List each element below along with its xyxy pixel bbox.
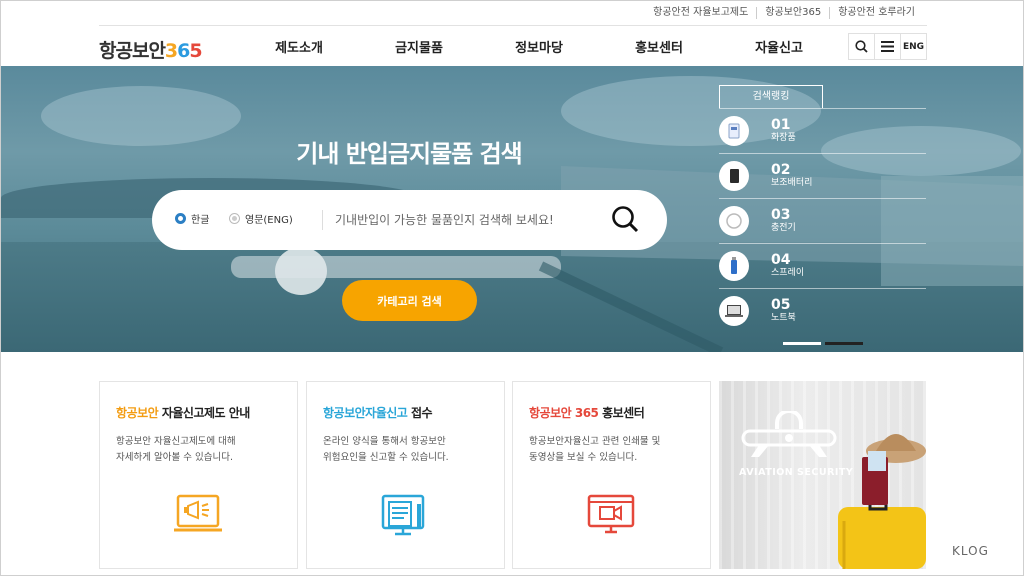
radio-english-label: 영문(ENG) [245,215,293,226]
category-search-button[interactable]: 카테고리 검색 [342,280,477,321]
ranking-name: 화장품 [771,133,796,143]
nav-item-prohibited[interactable]: 금지물품 [359,37,479,56]
power-bank-icon [719,161,749,191]
ranking-item[interactable]: 02 보조배터리 [719,153,926,198]
laptop-icon [719,296,749,326]
card-desc-line: 온라인 양식을 통해서 항공보안 [323,436,446,447]
item-search-box: 한글 영문(ENG) 기내반입이 가능한 물품인지 검색해 보세요! [152,190,667,250]
watermark: KLOG [952,544,989,558]
card-title-rest: 접수 [407,406,433,420]
language-button[interactable]: ENG [900,33,927,60]
card-title: 항공보안자율신고 접수 [323,404,433,421]
card-title-highlight: 항공보안 [116,406,159,420]
card-title-highlight: 항공보안 365 [529,406,599,420]
card-description: 항공보안자율신고 관련 인쇄물 및동영상을 보실 수 있습니다. [529,434,660,466]
card-desc-line: 위험요인을 신고할 수 있습니다. [323,452,449,463]
card-description: 온라인 양식을 통해서 항공보안위험요인을 신고할 수 있습니다. [323,434,449,466]
card-report-system-guide[interactable]: 항공보안 자율신고제도 안내 항공보안 자율신고제도에 대해자세하게 알아볼 수… [99,381,298,569]
radio-english[interactable]: 영문(ENG) [229,211,293,226]
lock-airplane-icon [741,411,837,457]
card-desc-line: 자세하게 알아볼 수 있습니다. [116,452,233,463]
card-title: 항공보안 365 홍보센터 [529,404,645,421]
logo-digit-6: 6 [177,40,190,62]
hero-title: 기내 반입금지물품 검색 [296,140,523,168]
utility-link-whistle[interactable]: 항공안전 호루라기 [829,7,923,19]
pager-dot[interactable] [783,342,821,345]
card-desc-line: 항공보안자율신고 관련 인쇄물 및 [529,436,661,447]
charger-icon [719,206,749,236]
ranking-number: 03 [771,207,791,223]
page: 항공안전 자율보고제도 항공보안365 항공안전 호루라기 항공보안365 제도… [0,0,1024,576]
ranking-name: 충전기 [771,223,796,233]
ranking-list: 01 화장품 02 보조배터리 03 충전기 04 스프레이 05 노트북 [719,108,926,333]
ranking-number: 05 [771,297,791,313]
suitcase-hat-passport-illustration [838,434,926,569]
pager-dot-active[interactable] [825,342,863,345]
search-icon [612,206,639,233]
nav-item-intro[interactable]: 제도소개 [239,37,359,56]
radio-korean-label: 한글 [191,215,210,226]
ranking-number: 02 [771,162,791,178]
card-desc-line: 항공보안 자율신고제도에 대해 [116,436,236,447]
ranking-item[interactable]: 05 노트북 [719,288,926,333]
card-title-rest: 자율신고제도 안내 [158,406,251,420]
radio-unselected-icon [229,213,240,224]
utility-link-security365[interactable]: 항공보안365 [756,7,829,19]
card-pr-center[interactable]: 항공보안 365 홍보센터 항공보안자율신고 관련 인쇄물 및동영상을 보실 수… [512,381,711,569]
radio-selected-icon [175,213,186,224]
ranking-pager [783,342,863,345]
video-monitor-icon [585,492,637,542]
document-pen-icon [379,492,431,546]
card-title: 항공보안 자율신고제도 안내 [116,404,250,421]
nav-item-info[interactable]: 정보마당 [479,37,599,56]
hero-banner: 기내 반입금지물품 검색 한글 영문(ENG) 기내반입이 가능한 물품인지 검… [1,66,1023,352]
aviation-security-banner[interactable]: AVIATION SECURITY [719,381,926,569]
nav-item-report[interactable]: 자율신고 [719,37,839,56]
main-nav: 제도소개 금지물품 정보마당 홍보센터 자율신고 [239,37,839,56]
ranking-item[interactable]: 03 충전기 [719,198,926,243]
card-desc-line: 동영상을 보실 수 있습니다. [529,452,638,463]
logo-digit-5: 5 [189,40,202,62]
ranking-item[interactable]: 04 스프레이 [719,243,926,288]
ranking-title: 검색랭킹 [719,85,823,108]
search-icon [855,40,868,53]
menu-button[interactable] [874,33,901,60]
ranking-name: 노트북 [771,313,796,323]
card-description: 항공보안 자율신고제도에 대해자세하게 알아볼 수 있습니다. [116,434,236,466]
hamburger-icon [881,41,894,52]
logo-text: 항공보안 [99,40,166,62]
site-logo[interactable]: 항공보안365 [99,36,203,63]
header-buttons: ENG [848,33,927,60]
logo-digit-3: 3 [164,40,178,62]
card-title-rest: 홍보센터 [598,406,645,420]
ranking-number: 04 [771,252,791,268]
search-input[interactable]: 기내반입이 가능한 물품인지 검색해 보세요! [335,211,554,228]
radio-korean[interactable]: 한글 [175,211,209,226]
ranking-name: 스프레이 [771,268,805,278]
ranking-name: 보조배터리 [771,178,813,188]
divider [322,210,323,230]
utility-link-safety-report[interactable]: 항공안전 자율보고제도 [645,7,756,19]
ranking-number: 01 [771,117,791,133]
ranking-item[interactable]: 01 화장품 [719,108,926,153]
utility-links: 항공안전 자율보고제도 항공보안365 항공안전 호루라기 [645,7,923,19]
cosmetics-icon [719,116,749,146]
search-submit-button[interactable] [611,205,639,237]
spray-icon [719,251,749,281]
header-search-button[interactable] [848,33,875,60]
megaphone-laptop-icon [172,492,224,542]
header: 항공보안365 제도소개 금지물품 정보마당 홍보센터 자율신고 ENG [99,25,927,65]
card-report-submit[interactable]: 항공보안자율신고 접수 온라인 양식을 통해서 항공보안위험요인을 신고할 수 … [306,381,505,569]
nav-item-pr[interactable]: 홍보센터 [599,37,719,56]
card-title-highlight: 항공보안자율신고 [323,406,408,420]
